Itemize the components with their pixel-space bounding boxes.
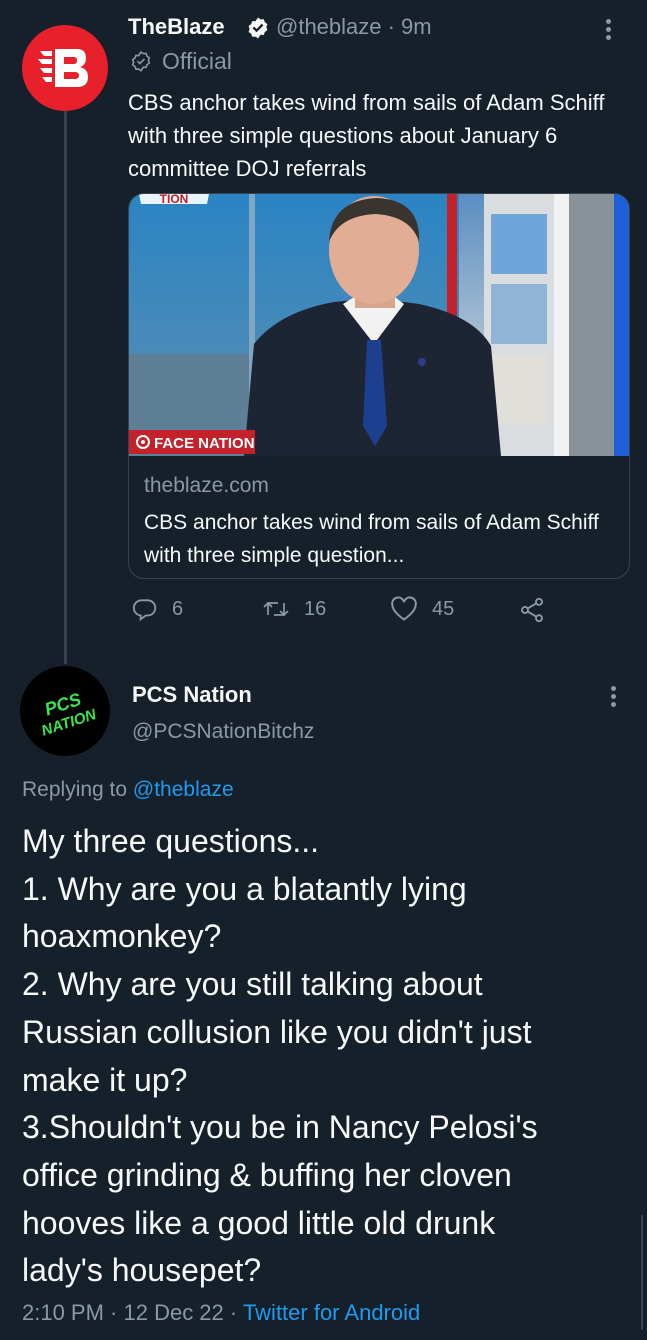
share-icon bbox=[521, 597, 543, 623]
reply-source-link[interactable]: Twitter for Android bbox=[243, 1300, 420, 1325]
reply-text-line: 1. Why are you a blatantly lying bbox=[22, 870, 467, 907]
like-count: 45 bbox=[432, 597, 455, 620]
theblaze-logo-icon bbox=[38, 49, 88, 87]
replying-to-label: Replying to bbox=[22, 778, 133, 801]
tweet-author-handle[interactable]: @theblaze · 9m bbox=[276, 14, 432, 40]
reply-text: My three questions... 1. Why are you a b… bbox=[22, 818, 637, 1295]
reply-icon bbox=[132, 599, 157, 622]
reply-timestamp[interactable]: 2:10 PM · 12 Dec 22 · bbox=[22, 1300, 243, 1325]
reply-text-line: lady's housepet? bbox=[22, 1252, 262, 1289]
replying-to-handle-link[interactable]: @theblaze bbox=[133, 778, 234, 801]
reply-text-line: office grinding & buffing her cloven bbox=[22, 1156, 512, 1193]
pcs-nation-avatar[interactable]: PCS NATION bbox=[20, 666, 110, 756]
retweet-count: 16 bbox=[304, 597, 327, 620]
reply-text-line: make it up? bbox=[22, 1061, 188, 1098]
share-button[interactable] bbox=[518, 596, 546, 624]
reply-text-line: 2. Why are you still talking about bbox=[22, 966, 483, 1003]
official-label: Official bbox=[162, 48, 232, 74]
reply-author-name[interactable]: PCS Nation bbox=[132, 682, 252, 708]
replying-to-line: Replying to @theblaze bbox=[22, 778, 234, 802]
reply-author-handle[interactable]: @PCSNationBitchz bbox=[132, 720, 314, 744]
reply-metadata: 2:10 PM · 12 Dec 22 · Twitter for Androi… bbox=[22, 1300, 420, 1326]
reply-button[interactable]: 6 bbox=[132, 596, 183, 622]
card-domain: theblaze.com bbox=[144, 474, 269, 497]
scrollbar-thumb[interactable] bbox=[641, 1215, 643, 1330]
tweet-more-options-icon[interactable] bbox=[606, 16, 611, 43]
reply-text-line: My three questions... bbox=[22, 823, 320, 859]
heart-icon bbox=[391, 596, 417, 621]
retweet-icon bbox=[263, 601, 289, 617]
tweet-author-name[interactable]: TheBlaze bbox=[128, 14, 225, 40]
card-thumbnail-image[interactable]: TION FACE NATION bbox=[129, 194, 629, 456]
image-top-text: TION bbox=[160, 194, 189, 206]
reply-text-line: Russian collusion like you didn't just bbox=[22, 1013, 532, 1050]
card-title: CBS anchor takes wind from sails of Adam… bbox=[144, 511, 599, 567]
thread-connector-line bbox=[64, 108, 67, 664]
like-button[interactable]: 45 bbox=[390, 596, 454, 622]
tweet-text: CBS anchor takes wind from sails of Adam… bbox=[128, 90, 605, 181]
verified-badge-icon bbox=[248, 17, 268, 39]
link-preview-card[interactable]: TION FACE NATION theblaze.com CBS anchor… bbox=[128, 193, 630, 579]
reply-text-line: hoaxmonkey? bbox=[22, 918, 222, 955]
reply-text-line: hooves like a good little old drunk bbox=[22, 1204, 496, 1241]
reply-text-line: 3.Shouldn't you be in Nancy Pelosi's bbox=[22, 1109, 538, 1146]
theblaze-avatar[interactable] bbox=[22, 25, 108, 111]
card-image-overlay-label: FACE NATION bbox=[154, 435, 255, 452]
pcs-nation-logo-icon: PCS NATION bbox=[39, 689, 99, 740]
official-label-icon bbox=[131, 50, 151, 72]
reply-count: 6 bbox=[172, 597, 184, 620]
retweet-button[interactable]: 16 bbox=[262, 596, 326, 622]
reply-more-options-icon[interactable] bbox=[611, 683, 616, 710]
